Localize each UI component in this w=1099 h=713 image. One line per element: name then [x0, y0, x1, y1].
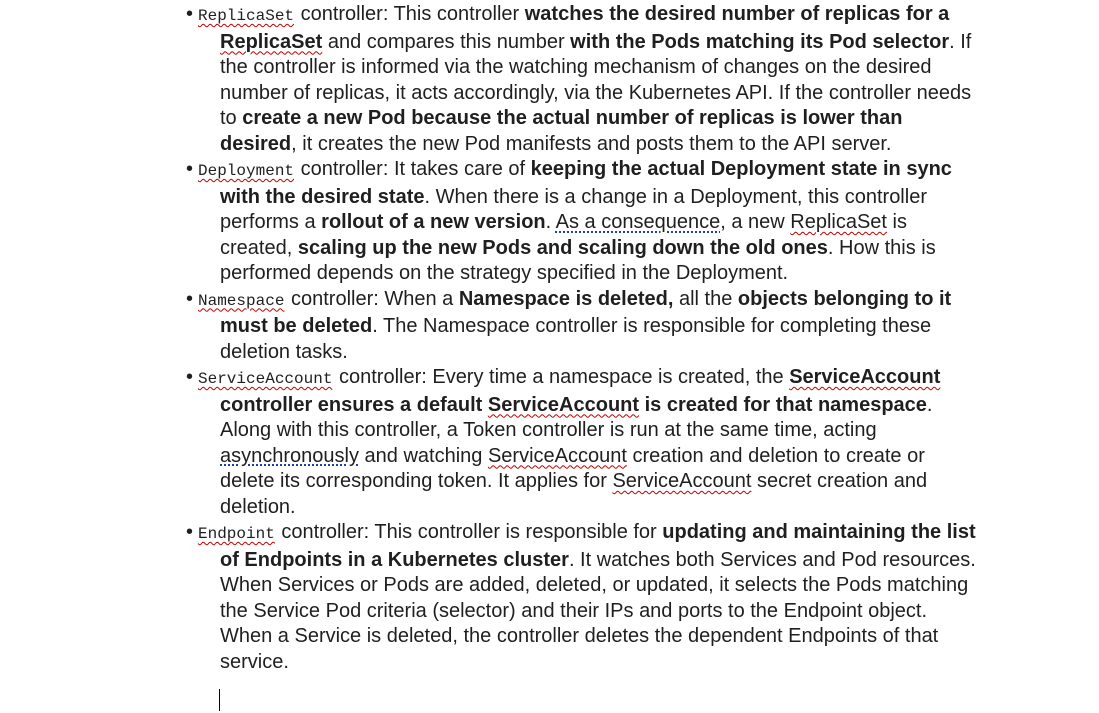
bullet-dot: • [186, 287, 194, 310]
bullet-dot: • [186, 366, 194, 388]
text-run: controller: This controller [295, 3, 525, 25]
text-run: As a consequence [555, 211, 721, 233]
controller-bullet-list: • ReplicaSet controller: This controller … [186, 2, 976, 675]
controller-code-name: ServiceAccount [198, 370, 333, 388]
bullet-item-endpoint: • Endpoint controller: This controller is… [186, 520, 976, 675]
text-run: controller: This controller is responsib… [275, 521, 663, 543]
text-run: ServiceAccount [612, 470, 752, 492]
bullet-dot: • [186, 3, 194, 25]
bold-text-run: ServiceAccount [487, 393, 640, 416]
text-run: asynchronously [220, 444, 359, 467]
bold-text-run: Namespace is deleted, [458, 287, 674, 310]
bold-text-run: ReplicaSet [220, 30, 323, 53]
text-run: and watching [358, 444, 488, 467]
bold-text-run: is created for that namespace [639, 393, 927, 416]
text-run: controller: Every time a namespace is cr… [333, 366, 790, 388]
controller-code-name: ReplicaSet [198, 7, 295, 25]
document-page: • ReplicaSet controller: This controller … [0, 0, 1099, 713]
bullet-item-namespace: • Namespace controller: When a Namespace … [186, 287, 976, 366]
bold-text-run: rollout of a new version [321, 211, 546, 233]
controller-code-name: Deployment [198, 162, 295, 180]
text-run: controller: It takes care of [295, 158, 531, 180]
bold-text-run: controller ensures a default [220, 393, 488, 416]
bold-text-run: watches the desired number of replicas f… [524, 3, 950, 25]
text-run: ServiceAccount [487, 444, 627, 467]
bullet-item-deployment: • Deployment controller: It takes care of… [186, 157, 976, 287]
controller-code-name: Endpoint [198, 525, 275, 543]
controller-code-name: Namespace [198, 291, 285, 310]
text-run: all the [673, 287, 738, 310]
text-run: , it creates the new Pod manifests and p… [291, 132, 892, 155]
bullet-dot: • [186, 521, 194, 543]
bullet-item-replicaset: • ReplicaSet controller: This controller … [186, 2, 976, 157]
text-run: ReplicaSet [790, 211, 887, 233]
bold-text-run: scaling up the new Pods and scaling down… [297, 236, 828, 259]
bullet-item-serviceaccount: • ServiceAccount controller: Every time a… [186, 365, 976, 520]
bullet-dot: • [186, 158, 194, 180]
text-run: and compares this number [322, 30, 571, 53]
text-cursor [219, 689, 220, 711]
text-run: , a new [720, 211, 791, 233]
bold-text-run: ServiceAccount [789, 366, 941, 388]
text-run: controller: When a [285, 287, 459, 310]
text-run: . [545, 211, 556, 233]
bold-text-run: with the Pods matching its Pod selector [570, 30, 950, 53]
